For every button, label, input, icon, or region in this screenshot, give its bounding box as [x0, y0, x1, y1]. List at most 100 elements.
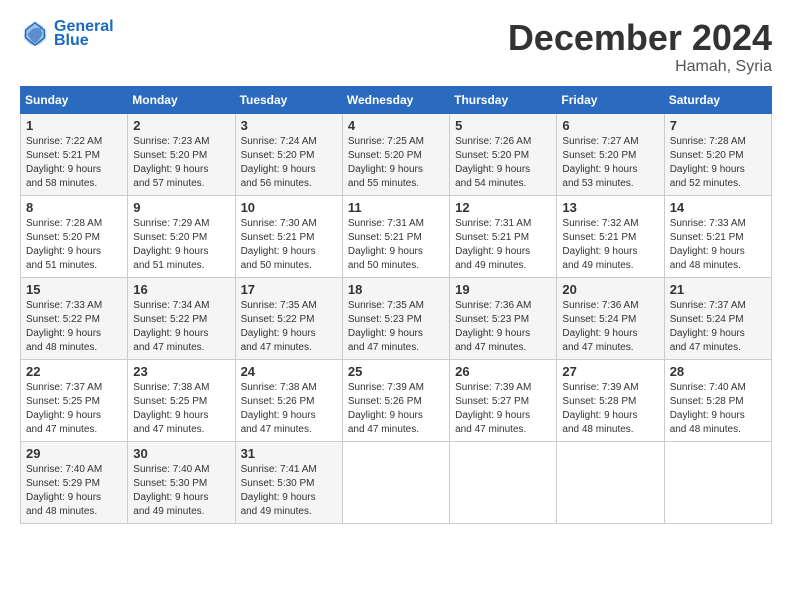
- calendar-cell: 27 Sunrise: 7:39 AM Sunset: 5:28 PM Dayli…: [557, 359, 664, 441]
- header: General Blue December 2024 Hamah, Syria: [20, 18, 772, 76]
- calendar-header-row: SundayMondayTuesdayWednesdayThursdayFrid…: [21, 86, 772, 113]
- day-number: 30: [133, 446, 229, 461]
- calendar-week-1: 1 Sunrise: 7:22 AM Sunset: 5:21 PM Daylig…: [21, 113, 772, 195]
- calendar-cell: 4Sunrise: 7:25 AM Sunset: 5:20 PM Daylig…: [342, 113, 449, 195]
- day-info: Sunrise: 7:40 AM Sunset: 5:30 PM Dayligh…: [133, 463, 229, 519]
- day-info: Sunrise: 7:28 AM Sunset: 5:20 PM Dayligh…: [26, 217, 122, 273]
- calendar-cell: 2 Sunrise: 7:23 AM Sunset: 5:20 PM Daylig…: [128, 113, 235, 195]
- day-number: 28: [670, 364, 766, 379]
- day-number: 26: [455, 364, 551, 379]
- day-number: 18: [348, 282, 444, 297]
- calendar-week-5: 29 Sunrise: 7:40 AM Sunset: 5:29 PM Dayli…: [21, 441, 772, 523]
- calendar-cell: 21 Sunrise: 7:37 AM Sunset: 5:24 PM Dayli…: [664, 277, 771, 359]
- day-number: 10: [241, 200, 337, 215]
- header-day-friday: Friday: [557, 86, 664, 113]
- calendar-cell: 20Sunrise: 7:36 AM Sunset: 5:24 PM Dayli…: [557, 277, 664, 359]
- day-number: 13: [562, 200, 658, 215]
- day-info: Sunrise: 7:22 AM Sunset: 5:21 PM Dayligh…: [26, 135, 122, 191]
- day-info: Sunrise: 7:39 AM Sunset: 5:26 PM Dayligh…: [348, 381, 444, 437]
- calendar-cell: [664, 441, 771, 523]
- calendar-cell: 28 Sunrise: 7:40 AM Sunset: 5:28 PM Dayli…: [664, 359, 771, 441]
- day-info: Sunrise: 7:36 AM Sunset: 5:24 PM Dayligh…: [562, 299, 658, 355]
- day-info: Sunrise: 7:27 AM Sunset: 5:20 PM Dayligh…: [562, 135, 658, 191]
- day-info: Sunrise: 7:31 AM Sunset: 5:21 PM Dayligh…: [348, 217, 444, 273]
- day-info: Sunrise: 7:33 AM Sunset: 5:22 PM Dayligh…: [26, 299, 122, 355]
- calendar-table: SundayMondayTuesdayWednesdayThursdayFrid…: [20, 86, 772, 524]
- day-info: Sunrise: 7:33 AM Sunset: 5:21 PM Dayligh…: [670, 217, 766, 273]
- main-title: December 2024: [508, 18, 772, 58]
- calendar-cell: 5 Sunrise: 7:26 AM Sunset: 5:20 PM Daylig…: [450, 113, 557, 195]
- day-number: 8: [26, 200, 122, 215]
- logo-text: General Blue: [54, 18, 114, 50]
- day-info: Sunrise: 7:36 AM Sunset: 5:23 PM Dayligh…: [455, 299, 551, 355]
- header-day-monday: Monday: [128, 86, 235, 113]
- title-block: December 2024 Hamah, Syria: [508, 18, 772, 76]
- logo-icon: [20, 19, 50, 49]
- day-number: 4: [348, 118, 444, 133]
- calendar-cell: 18 Sunrise: 7:35 AM Sunset: 5:23 PM Dayli…: [342, 277, 449, 359]
- day-number: 2: [133, 118, 229, 133]
- day-number: 24: [241, 364, 337, 379]
- day-info: Sunrise: 7:40 AM Sunset: 5:28 PM Dayligh…: [670, 381, 766, 437]
- header-day-tuesday: Tuesday: [235, 86, 342, 113]
- day-number: 31: [241, 446, 337, 461]
- calendar-cell: 29 Sunrise: 7:40 AM Sunset: 5:29 PM Dayli…: [21, 441, 128, 523]
- day-info: Sunrise: 7:41 AM Sunset: 5:30 PM Dayligh…: [241, 463, 337, 519]
- day-info: Sunrise: 7:24 AM Sunset: 5:20 PM Dayligh…: [241, 135, 337, 191]
- day-info: Sunrise: 7:39 AM Sunset: 5:28 PM Dayligh…: [562, 381, 658, 437]
- calendar-cell: [557, 441, 664, 523]
- calendar-cell: 14 Sunrise: 7:33 AM Sunset: 5:21 PM Dayli…: [664, 195, 771, 277]
- day-info: Sunrise: 7:34 AM Sunset: 5:22 PM Dayligh…: [133, 299, 229, 355]
- day-number: 15: [26, 282, 122, 297]
- day-number: 7: [670, 118, 766, 133]
- day-number: 5: [455, 118, 551, 133]
- day-number: 21: [670, 282, 766, 297]
- day-info: Sunrise: 7:37 AM Sunset: 5:24 PM Dayligh…: [670, 299, 766, 355]
- header-day-saturday: Saturday: [664, 86, 771, 113]
- calendar-cell: 11 Sunrise: 7:31 AM Sunset: 5:21 PM Dayli…: [342, 195, 449, 277]
- day-number: 16: [133, 282, 229, 297]
- day-number: 11: [348, 200, 444, 215]
- calendar-week-3: 15 Sunrise: 7:33 AM Sunset: 5:22 PM Dayli…: [21, 277, 772, 359]
- calendar-week-2: 8 Sunrise: 7:28 AM Sunset: 5:20 PM Daylig…: [21, 195, 772, 277]
- day-info: Sunrise: 7:29 AM Sunset: 5:20 PM Dayligh…: [133, 217, 229, 273]
- calendar-cell: 22Sunrise: 7:37 AM Sunset: 5:25 PM Dayli…: [21, 359, 128, 441]
- day-number: 12: [455, 200, 551, 215]
- header-day-sunday: Sunday: [21, 86, 128, 113]
- day-number: 19: [455, 282, 551, 297]
- day-info: Sunrise: 7:31 AM Sunset: 5:21 PM Dayligh…: [455, 217, 551, 273]
- day-number: 1: [26, 118, 122, 133]
- calendar-cell: 26Sunrise: 7:39 AM Sunset: 5:27 PM Dayli…: [450, 359, 557, 441]
- calendar-cell: 12 Sunrise: 7:31 AM Sunset: 5:21 PM Dayli…: [450, 195, 557, 277]
- day-info: Sunrise: 7:38 AM Sunset: 5:26 PM Dayligh…: [241, 381, 337, 437]
- day-number: 29: [26, 446, 122, 461]
- calendar-cell: 19 Sunrise: 7:36 AM Sunset: 5:23 PM Dayli…: [450, 277, 557, 359]
- page: General Blue December 2024 Hamah, Syria …: [0, 0, 792, 612]
- header-day-thursday: Thursday: [450, 86, 557, 113]
- calendar-cell: 17 Sunrise: 7:35 AM Sunset: 5:22 PM Dayli…: [235, 277, 342, 359]
- day-number: 6: [562, 118, 658, 133]
- header-day-wednesday: Wednesday: [342, 86, 449, 113]
- day-number: 14: [670, 200, 766, 215]
- day-info: Sunrise: 7:38 AM Sunset: 5:25 PM Dayligh…: [133, 381, 229, 437]
- calendar-cell: 25 Sunrise: 7:39 AM Sunset: 5:26 PM Dayli…: [342, 359, 449, 441]
- day-info: Sunrise: 7:35 AM Sunset: 5:23 PM Dayligh…: [348, 299, 444, 355]
- calendar-week-4: 22Sunrise: 7:37 AM Sunset: 5:25 PM Dayli…: [21, 359, 772, 441]
- calendar-cell: [342, 441, 449, 523]
- day-number: 27: [562, 364, 658, 379]
- day-number: 25: [348, 364, 444, 379]
- day-info: Sunrise: 7:23 AM Sunset: 5:20 PM Dayligh…: [133, 135, 229, 191]
- calendar-cell: 23Sunrise: 7:38 AM Sunset: 5:25 PM Dayli…: [128, 359, 235, 441]
- day-info: Sunrise: 7:30 AM Sunset: 5:21 PM Dayligh…: [241, 217, 337, 273]
- calendar-cell: 16 Sunrise: 7:34 AM Sunset: 5:22 PM Dayli…: [128, 277, 235, 359]
- day-number: 17: [241, 282, 337, 297]
- calendar-cell: 7Sunrise: 7:28 AM Sunset: 5:20 PM Daylig…: [664, 113, 771, 195]
- day-info: Sunrise: 7:40 AM Sunset: 5:29 PM Dayligh…: [26, 463, 122, 519]
- calendar-cell: 8 Sunrise: 7:28 AM Sunset: 5:20 PM Daylig…: [21, 195, 128, 277]
- calendar-cell: 30 Sunrise: 7:40 AM Sunset: 5:30 PM Dayli…: [128, 441, 235, 523]
- day-info: Sunrise: 7:32 AM Sunset: 5:21 PM Dayligh…: [562, 217, 658, 273]
- day-number: 22: [26, 364, 122, 379]
- calendar-cell: 13 Sunrise: 7:32 AM Sunset: 5:21 PM Dayli…: [557, 195, 664, 277]
- day-info: Sunrise: 7:26 AM Sunset: 5:20 PM Dayligh…: [455, 135, 551, 191]
- day-info: Sunrise: 7:35 AM Sunset: 5:22 PM Dayligh…: [241, 299, 337, 355]
